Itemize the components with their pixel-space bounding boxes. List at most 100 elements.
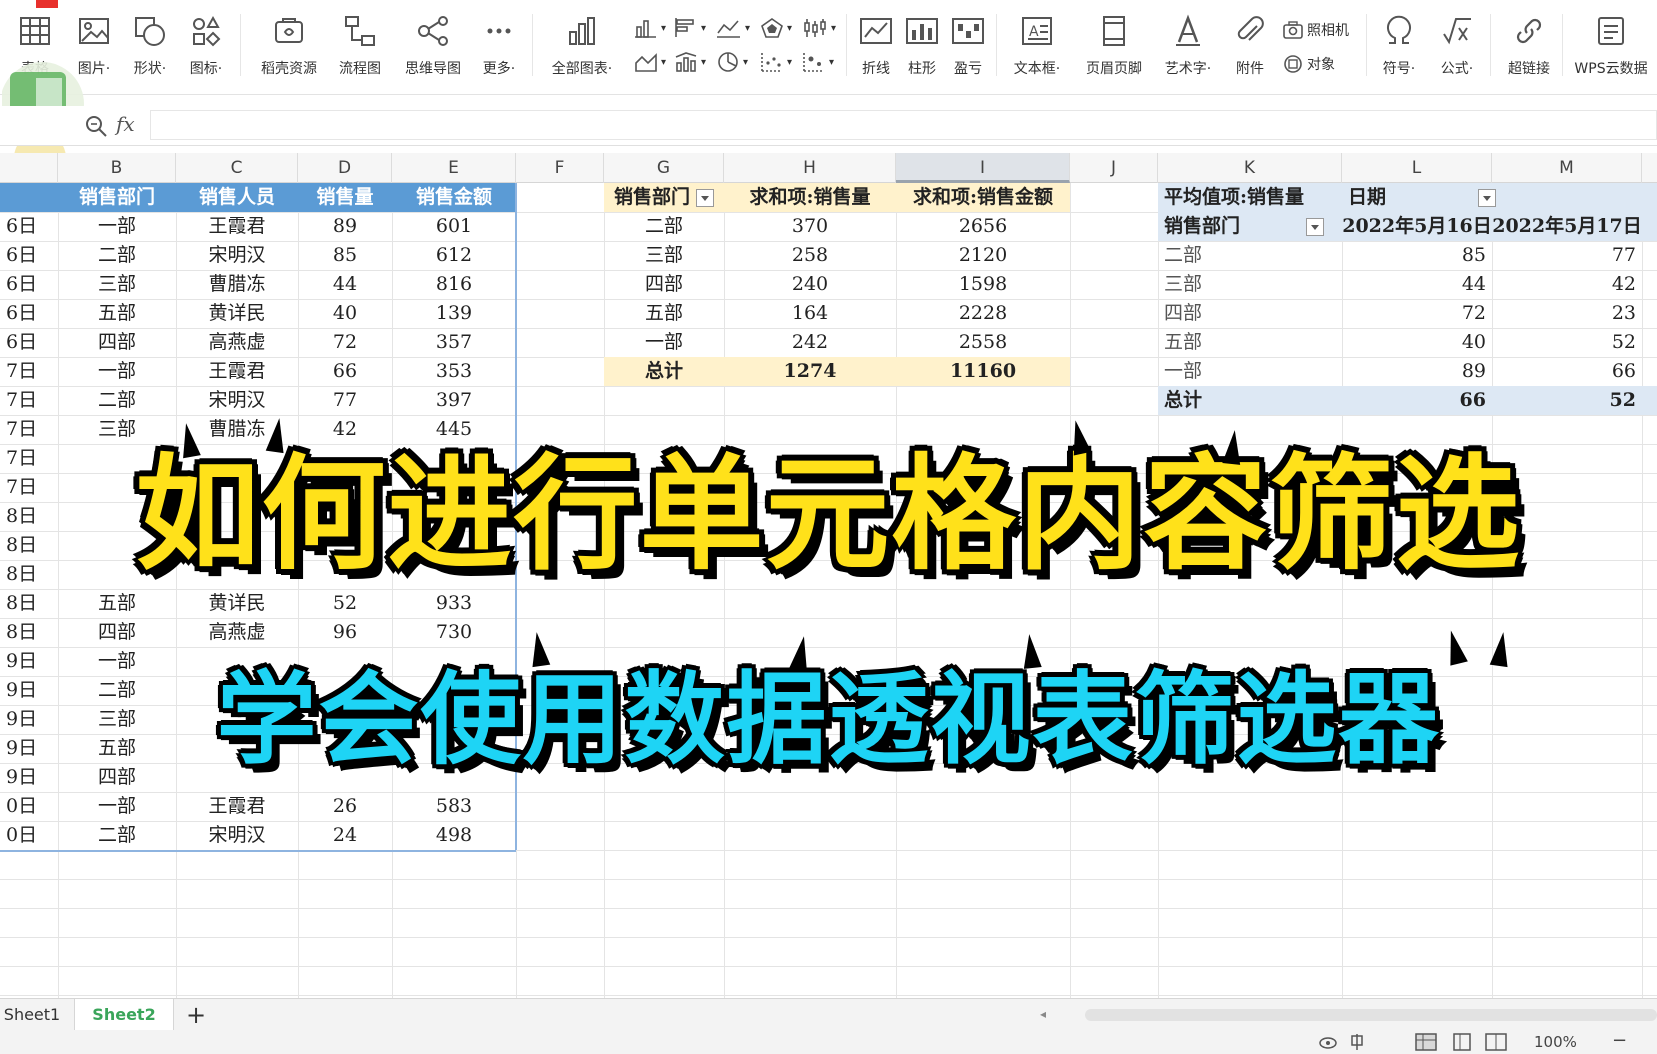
- table-cell[interactable]: 498: [392, 821, 516, 850]
- table-cell[interactable]: 高燕虚: [176, 618, 298, 647]
- attachment-button[interactable]: 附件: [1228, 10, 1272, 84]
- table-cell[interactable]: 三部: [58, 270, 176, 299]
- date-cell[interactable]: 7日: [0, 357, 58, 386]
- pivot2-row-field[interactable]: 销售部门: [1158, 212, 1342, 241]
- pivot1-value-cell[interactable]: 1598: [896, 270, 1070, 299]
- table-cell[interactable]: 一部: [58, 212, 176, 241]
- table-cell[interactable]: 五部: [58, 589, 176, 618]
- shape-button[interactable]: 形状·: [128, 10, 172, 84]
- pivot1-value-cell[interactable]: 258: [724, 241, 896, 270]
- table-cell[interactable]: 一部: [58, 792, 176, 821]
- camera-button[interactable]: 照相机: [1282, 18, 1349, 42]
- table-cell[interactable]: 52: [298, 589, 392, 618]
- date-cell[interactable]: 8日: [0, 618, 58, 647]
- wps-cloud-data-button[interactable]: WPS云数据: [1568, 10, 1654, 84]
- fx-icon[interactable]: fx: [116, 112, 135, 136]
- pivot2-total-cell[interactable]: 66: [1342, 386, 1492, 415]
- pivot1-total-cell[interactable]: 11160: [896, 357, 1070, 386]
- add-sheet-button[interactable]: +: [176, 999, 216, 1031]
- column-chart-button[interactable]: ▾: [634, 16, 666, 40]
- table-cell[interactable]: 24: [298, 821, 392, 850]
- pivot2-value-cell[interactable]: 23: [1492, 299, 1642, 328]
- table-cell[interactable]: 612: [392, 241, 516, 270]
- date-cell[interactable]: 8日: [0, 589, 58, 618]
- formula-button[interactable]: 公式·: [1434, 10, 1480, 84]
- table-cell[interactable]: 宋明汉: [176, 386, 298, 415]
- pivot1-row-label[interactable]: 二部: [604, 212, 724, 241]
- pivot2-value-cell[interactable]: 72: [1342, 299, 1492, 328]
- table-cell[interactable]: 583: [392, 792, 516, 821]
- table-header-cell[interactable]: 销售人员: [176, 183, 298, 212]
- table-cell[interactable]: 二部: [58, 241, 176, 270]
- pivot2-value-cell[interactable]: 85: [1342, 241, 1492, 270]
- pivot1-value-cell[interactable]: 2120: [896, 241, 1070, 270]
- table-cell[interactable]: 王霞君: [176, 792, 298, 821]
- pivot1-row-label[interactable]: 一部: [604, 328, 724, 357]
- scatter-chart-button[interactable]: ▾: [760, 50, 792, 74]
- bubble-chart-button[interactable]: ▾: [802, 50, 834, 74]
- column-header-b[interactable]: B: [58, 153, 176, 183]
- table-header-cell[interactable]: 销售量: [298, 183, 392, 212]
- header-footer-button[interactable]: 页眉页脚: [1078, 10, 1150, 84]
- pivot2-department-filter-dropdown[interactable]: [1306, 218, 1325, 236]
- pivot1-total-label[interactable]: 总计: [604, 357, 724, 386]
- table-cell[interactable]: 二部: [58, 386, 176, 415]
- column-header-d[interactable]: D: [298, 153, 392, 183]
- wordart-button[interactable]: 艺术字·: [1156, 10, 1220, 84]
- table-cell[interactable]: 601: [392, 212, 516, 241]
- column-header-c[interactable]: C: [176, 153, 298, 183]
- date-cell[interactable]: 6日: [0, 270, 58, 299]
- pivot2-total-label[interactable]: 总计: [1158, 386, 1342, 415]
- icon-library-button[interactable]: 图标·: [184, 10, 228, 84]
- pivot1-row-label[interactable]: 三部: [604, 241, 724, 270]
- chinese-input-icon[interactable]: [1348, 1034, 1372, 1050]
- table-cell[interactable]: 王霞君: [176, 357, 298, 386]
- table-header-cell[interactable]: 销售部门: [58, 183, 176, 212]
- pivot2-value-cell[interactable]: 44: [1342, 270, 1492, 299]
- table-cell[interactable]: 宋明汉: [176, 241, 298, 270]
- column-header-g[interactable]: G: [604, 153, 724, 183]
- table-cell[interactable]: 二部: [58, 821, 176, 850]
- pivot2-row-label[interactable]: 一部: [1158, 357, 1342, 386]
- column-header-f[interactable]: F: [516, 153, 604, 183]
- table-header-cell[interactable]: 销售金额: [392, 183, 516, 212]
- table-cell[interactable]: 89: [298, 212, 392, 241]
- object-button[interactable]: 对象: [1282, 52, 1335, 76]
- pivot2-row-label[interactable]: 三部: [1158, 270, 1342, 299]
- date-cell[interactable]: 6日: [0, 212, 58, 241]
- spreadsheet-grid[interactable]: 销售部门 销售人员 销售量 销售金额 6日 一部 王霞君 89 601 6日 二部 宋明汉 85 612 6…: [0, 183, 1657, 998]
- horizontal-scrollbar[interactable]: [1085, 1009, 1657, 1021]
- pivot2-value-cell[interactable]: 77: [1492, 241, 1642, 270]
- more-button[interactable]: 更多·: [476, 10, 522, 84]
- date-cell[interactable]: 6日: [0, 241, 58, 270]
- bar-chart-button[interactable]: ▾: [674, 16, 706, 40]
- pivot1-value-cell[interactable]: 2656: [896, 212, 1070, 241]
- all-charts-button[interactable]: 全部图表·: [544, 10, 620, 84]
- pivot1-total-cell[interactable]: 1274: [724, 357, 896, 386]
- date-cell[interactable]: 6日: [0, 299, 58, 328]
- pivot2-date-filter-dropdown[interactable]: [1478, 189, 1497, 207]
- table-cell[interactable]: 933: [392, 589, 516, 618]
- mindmap-button[interactable]: 思维导图: [398, 10, 468, 84]
- zoom-level[interactable]: 100%: [1534, 1033, 1577, 1051]
- table-cell[interactable]: 357: [392, 328, 516, 357]
- pivot2-column-field[interactable]: 日期: [1342, 183, 1522, 212]
- table-cell[interactable]: 黄详民: [176, 299, 298, 328]
- tab-sheet1[interactable]: Sheet1: [0, 999, 64, 1031]
- column-header-e[interactable]: E: [392, 153, 516, 183]
- pivot2-date-header[interactable]: 2022年5月17日: [1492, 212, 1642, 241]
- table-cell[interactable]: 40: [298, 299, 392, 328]
- column-header-i[interactable]: I: [896, 153, 1070, 183]
- pivot1-value-cell[interactable]: 370: [724, 212, 896, 241]
- flowchart-button[interactable]: 流程图: [332, 10, 388, 84]
- pivot1-row-field[interactable]: 销售部门: [604, 183, 724, 212]
- pivot1-filter-dropdown[interactable]: [696, 189, 714, 207]
- table-cell[interactable]: 96: [298, 618, 392, 647]
- pivot2-value-cell[interactable]: 52: [1492, 328, 1642, 357]
- stock-chart-button[interactable]: ▾: [802, 16, 836, 40]
- scroll-left-arrow-icon[interactable]: ◂: [1040, 1007, 1046, 1021]
- pivot1-row-label[interactable]: 五部: [604, 299, 724, 328]
- pivot2-total-cell[interactable]: 52: [1492, 386, 1642, 415]
- zoom-search-icon[interactable]: [84, 114, 108, 138]
- pivot2-value-cell[interactable]: 89: [1342, 357, 1492, 386]
